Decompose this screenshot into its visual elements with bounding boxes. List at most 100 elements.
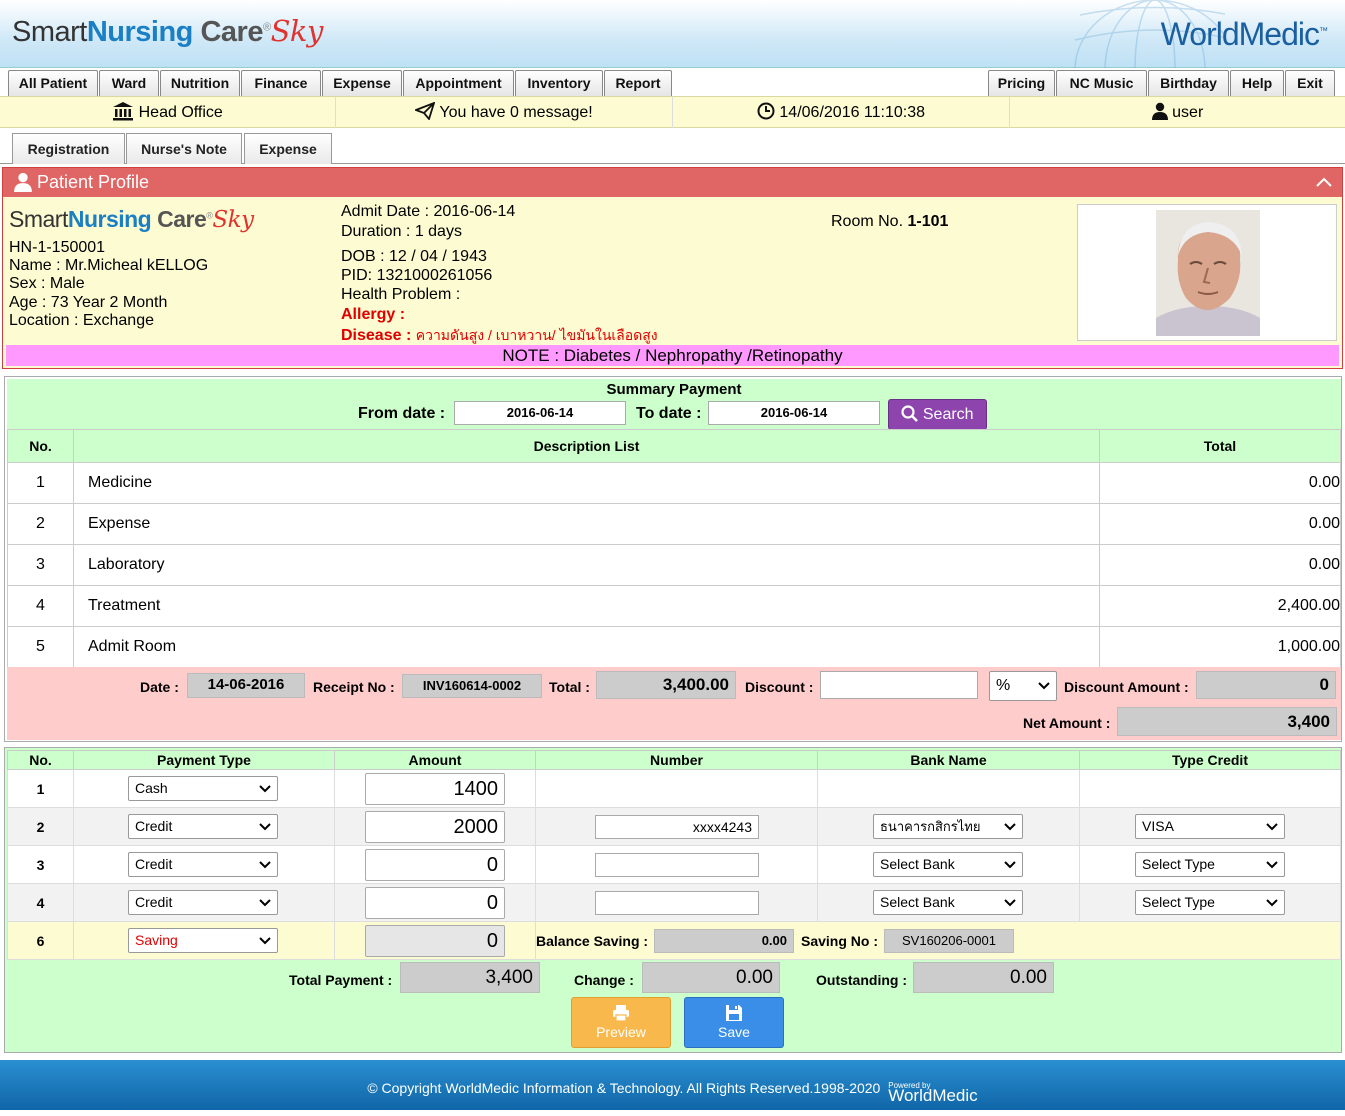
- amount-cell: 0: [334, 921, 536, 960]
- saving-type-select[interactable]: Saving: [128, 928, 278, 953]
- table-row: 1 Medicine 0.00: [7, 462, 1341, 504]
- credit-type-select[interactable]: VISA: [1135, 814, 1285, 839]
- menu-birthday[interactable]: Birthday: [1148, 70, 1229, 96]
- bank-cell: Select Bank: [817, 845, 1080, 884]
- payment-type-value: Credit: [135, 894, 173, 910]
- card-number-input[interactable]: [595, 891, 759, 915]
- search-icon: [901, 405, 919, 422]
- row-no: 3: [7, 544, 74, 586]
- table-row: 2 Credit 2000 xxxx4243 ธนาคารกสิกรไทย VI…: [7, 807, 1341, 846]
- payment-type-select[interactable]: Credit: [128, 814, 278, 839]
- room-info: Room No. 1-101: [831, 213, 948, 231]
- net-amount-field: 3,400: [1117, 707, 1337, 736]
- amount-input[interactable]: 0: [365, 887, 505, 919]
- saving-info-cell: Balance Saving : 0.00 Saving No : SV1602…: [535, 921, 1341, 960]
- menu-finance[interactable]: Finance: [241, 70, 321, 96]
- chevron-down-icon: [1266, 823, 1278, 831]
- menu-report[interactable]: Report: [604, 70, 672, 96]
- tab-expense[interactable]: Expense: [244, 133, 332, 164]
- payment-type-select[interactable]: Cash: [128, 776, 278, 801]
- tab-registration[interactable]: Registration: [12, 133, 125, 164]
- column-header-no: No.: [7, 429, 74, 463]
- menu-expense[interactable]: Expense: [322, 70, 402, 96]
- discount-unit-select[interactable]: %: [989, 671, 1057, 701]
- payment-table: No. Payment Type Amount Number Bank Name…: [7, 750, 1341, 960]
- row-total: 0.00: [1099, 462, 1341, 504]
- payment-type-value: Credit: [135, 818, 173, 834]
- row-no: 2: [7, 807, 74, 846]
- summary-table: No. Description List Total 1 Medicine 0.…: [7, 429, 1341, 668]
- menu-exit[interactable]: Exit: [1285, 70, 1335, 96]
- bank-select[interactable]: ธนาคารกสิกรไทย: [873, 814, 1023, 839]
- chevron-up-icon[interactable]: [1316, 177, 1332, 187]
- table-row: 4 Credit 0 Select Bank Select Type: [7, 883, 1341, 922]
- payment-type-select[interactable]: Credit: [128, 890, 278, 915]
- patient-portrait-image: [1156, 210, 1260, 336]
- discount-amount-field: 0: [1196, 671, 1336, 699]
- floppy-disk-icon: [726, 1005, 742, 1021]
- datetime-info: 14/06/2016 11:10:38: [673, 97, 1010, 128]
- menu-nutrition[interactable]: Nutrition: [160, 70, 240, 96]
- amount-input[interactable]: 2000: [365, 811, 505, 843]
- menu-nc-music[interactable]: NC Music: [1056, 70, 1147, 96]
- payment-panel: No. Payment Type Amount Number Bank Name…: [4, 747, 1342, 1053]
- payment-type-select[interactable]: Credit: [128, 852, 278, 877]
- credit-type-select[interactable]: Select Type: [1135, 890, 1285, 915]
- amount-cell: 2000: [334, 807, 536, 846]
- printer-icon: [613, 1005, 629, 1022]
- preview-button[interactable]: Preview: [571, 997, 671, 1048]
- payment-type-value: Cash: [135, 780, 168, 796]
- patient-profile-panel: Patient Profile SmartNursing Care®Sky HN…: [2, 167, 1343, 369]
- row-total: 0.00: [1099, 503, 1341, 545]
- message-info[interactable]: You have 0 message!: [336, 97, 673, 128]
- brand-logo: WorldMedic™: [1160, 16, 1328, 52]
- menu-inventory[interactable]: Inventory: [515, 70, 603, 96]
- tab-nurses-note[interactable]: Nurse's Note: [126, 133, 242, 164]
- menu-pricing[interactable]: Pricing: [988, 70, 1055, 96]
- menu-ward[interactable]: Ward: [99, 70, 159, 96]
- bank-select[interactable]: Select Bank: [873, 890, 1023, 915]
- discount-label: Discount :: [745, 679, 814, 695]
- column-header-type-credit: Type Credit: [1079, 750, 1341, 770]
- discount-amount-label: Discount Amount :: [1064, 679, 1189, 695]
- credit-type-select[interactable]: Select Type: [1135, 852, 1285, 877]
- menu-appointment[interactable]: Appointment: [403, 70, 514, 96]
- amount-cell: 0: [334, 883, 536, 922]
- receipt-date-field: 14-06-2016: [187, 673, 305, 698]
- menu-all-patient[interactable]: All Patient: [8, 70, 98, 96]
- to-date-input[interactable]: 2016-06-14: [708, 401, 880, 425]
- patient-location: Location : Exchange: [9, 312, 154, 329]
- column-header-number: Number: [535, 750, 818, 770]
- amount-input[interactable]: 0: [365, 849, 505, 881]
- disease-info: Disease : ความดันสูง / เบาหวาน/ ไขมันในเ…: [341, 326, 658, 345]
- chevron-down-icon: [1004, 823, 1016, 831]
- total-label: Total :: [549, 679, 590, 695]
- patient-age: Age : 73 Year 2 Month: [9, 294, 168, 311]
- total-payment-field: 3,400: [400, 962, 540, 993]
- table-row: 4 Treatment 2,400.00: [7, 585, 1341, 627]
- card-number-input[interactable]: [595, 853, 759, 877]
- discount-input[interactable]: [820, 671, 978, 699]
- row-no: 5: [7, 626, 74, 668]
- search-button[interactable]: Search: [888, 399, 987, 430]
- save-button[interactable]: Save: [684, 997, 784, 1048]
- chevron-down-icon: [1038, 682, 1050, 690]
- patient-sex: Sex : Male: [9, 275, 85, 292]
- chevron-down-icon: [1266, 899, 1278, 907]
- menu-help[interactable]: Help: [1230, 70, 1284, 96]
- from-date-input[interactable]: 2016-06-14: [454, 401, 626, 425]
- row-description: Laboratory: [73, 544, 1100, 586]
- card-number-input[interactable]: xxxx4243: [595, 815, 759, 839]
- row-total: 0.00: [1099, 544, 1341, 586]
- bank-select[interactable]: Select Bank: [873, 852, 1023, 877]
- credit-type-value: VISA: [1142, 818, 1174, 834]
- credit-cell: Select Type: [1079, 845, 1341, 884]
- allergy-label: Allergy :: [341, 306, 406, 323]
- amount-cell: 0: [334, 845, 536, 884]
- saving-no-field: SV160206-0001: [884, 929, 1014, 953]
- total-field: 3,400.00: [596, 671, 736, 699]
- user-info[interactable]: user: [1010, 97, 1345, 128]
- admit-date: Admit Date : 2016-06-14: [341, 203, 516, 220]
- amount-input[interactable]: 1400: [365, 773, 505, 805]
- bank-value: Select Bank: [880, 894, 955, 910]
